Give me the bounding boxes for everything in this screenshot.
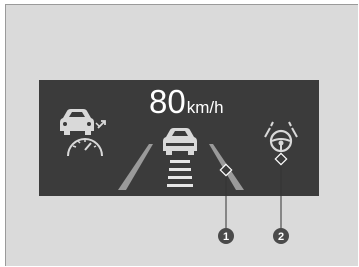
steering-wheel-lanes-icon xyxy=(264,121,298,153)
display-graphics: 1 2 xyxy=(60,109,298,244)
lead-vehicle-icon xyxy=(163,128,197,155)
callout-1-number: 1 xyxy=(223,231,229,243)
distance-bars xyxy=(167,160,193,187)
car-speedometer-icon xyxy=(60,109,106,157)
callout-2-number: 2 xyxy=(278,231,284,243)
left-lane-line xyxy=(118,144,153,190)
